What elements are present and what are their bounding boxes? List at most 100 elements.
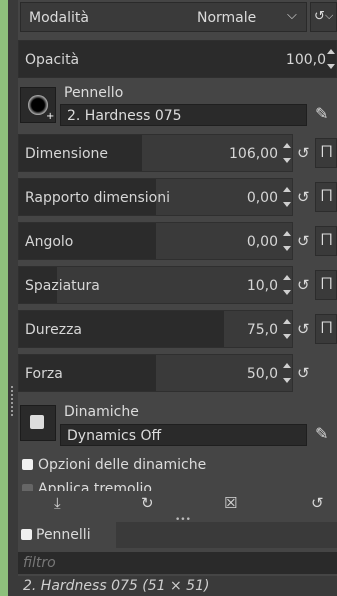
spin-arrows[interactable]	[282, 270, 292, 300]
spin-down-icon[interactable]	[283, 290, 291, 295]
mode-value[interactable]: Normale	[197, 10, 256, 26]
slider-2[interactable]: Angolo 0,00	[18, 222, 293, 260]
spin-arrows[interactable]	[282, 314, 292, 344]
reset-icon[interactable]: ↺	[297, 276, 310, 294]
spin-up-icon[interactable]	[283, 187, 291, 192]
dynamics-name-field[interactable]: Dynamics Off	[60, 424, 307, 446]
chain-glyph: ⨅	[321, 232, 333, 248]
spin-down-icon[interactable]	[283, 334, 291, 339]
edit-brush-icon[interactable]: ✎	[315, 104, 328, 123]
chain-glyph: ⨅	[321, 144, 333, 160]
chevron-down-icon[interactable]: ⌵	[287, 8, 297, 24]
chain-glyph: ⨅	[321, 276, 333, 292]
drag-handle-dots[interactable]	[11, 386, 16, 416]
opacity-label: Opacità	[25, 52, 80, 68]
spin-up-icon[interactable]	[283, 275, 291, 280]
spin-down-icon[interactable]	[283, 378, 291, 383]
spin-arrows[interactable]	[282, 138, 292, 168]
dynamics-options-expander[interactable]: Opzioni delle dinamiche	[22, 456, 312, 474]
slider-value: 50,0	[246, 366, 278, 382]
paint-options-panel: Modalità Normale ⌵ ↺ ⌵ Opacità 100,0 + P…	[18, 0, 337, 520]
reset-icon[interactable]: ↺	[311, 494, 324, 512]
link-icon[interactable]: ⨅	[315, 182, 337, 212]
spin-arrows[interactable]	[282, 226, 292, 256]
spin-up-icon[interactable]	[283, 319, 291, 324]
slider-label: Durezza	[25, 322, 82, 338]
reset-icon[interactable]: ↺	[297, 232, 310, 250]
link-icon[interactable]: ⨅	[315, 226, 337, 256]
slider-value: 106,00	[229, 146, 278, 162]
expander-icon[interactable]	[22, 459, 33, 470]
slider-3[interactable]: Spaziatura 10,0	[18, 266, 293, 304]
spin-down-icon[interactable]	[327, 64, 335, 69]
opacity-slider[interactable]: Opacità 100,0	[18, 40, 337, 78]
plus-icon: +	[46, 111, 55, 122]
brushes-tab-label: Pennelli	[36, 527, 91, 543]
tremolo-option[interactable]: Applica tremolio	[22, 478, 312, 491]
restore-preset-icon[interactable]: ↻	[141, 494, 154, 512]
tremolo-checkbox[interactable]	[22, 484, 33, 491]
dynamics-section-label: Dinamiche	[64, 404, 139, 420]
tab-brushes[interactable]: Pennelli	[18, 522, 116, 548]
brush-preview-icon	[28, 95, 48, 115]
brushes-filter-input[interactable]: filtro	[18, 552, 337, 574]
reset-icon[interactable]: ↺	[297, 144, 310, 162]
spin-arrows[interactable]	[282, 358, 292, 388]
slider-label: Forza	[25, 366, 63, 382]
reset-icon[interactable]: ↺	[297, 320, 310, 338]
reset-icon[interactable]: ↺	[297, 364, 310, 382]
link-icon[interactable]: ⨅	[315, 270, 337, 300]
chain-glyph: ⨅	[321, 320, 333, 336]
tool-options-toolbar: ⤓ ↻ ☒ ↺	[18, 491, 337, 517]
brush-section-label: Pennello	[64, 85, 124, 101]
slider-label: Rapporto dimensioni	[25, 190, 171, 206]
link-icon[interactable]: ⨅	[315, 314, 337, 344]
opacity-value: 100,0	[285, 52, 326, 68]
filter-placeholder: filtro	[23, 555, 56, 571]
chevron-down-icon: ⌵	[325, 9, 334, 22]
slider-value: 75,0	[246, 322, 278, 338]
mode-reset-button[interactable]: ↺ ⌵	[310, 2, 337, 32]
brush-name: 2. Hardness 075	[67, 108, 182, 124]
brushes-status: 2. Hardness 075 (51 × 51)	[23, 578, 210, 594]
brush-tab-icon	[21, 529, 32, 540]
edit-dynamics-icon[interactable]: ✎	[315, 424, 328, 443]
slider-value: 0,00	[246, 190, 278, 206]
save-preset-icon[interactable]: ⤓	[54, 494, 61, 512]
reset-icon: ↺	[314, 9, 325, 24]
spin-up-icon[interactable]	[327, 49, 335, 54]
spin-down-icon[interactable]	[283, 158, 291, 163]
slider-label: Spaziatura	[25, 278, 100, 294]
slider-4[interactable]: Durezza 75,0	[18, 310, 293, 348]
slider-label: Angolo	[25, 234, 74, 250]
slider-label: Dimensione	[25, 146, 109, 162]
reset-icon[interactable]: ↺	[297, 188, 310, 206]
dynamics-icon	[30, 415, 44, 429]
dynamics-options-label: Opzioni delle dinamiche	[38, 457, 207, 473]
mode-combo[interactable]: Modalità Normale ⌵	[20, 2, 307, 32]
dock-handle[interactable]	[8, 0, 18, 596]
spin-down-icon[interactable]	[283, 202, 291, 207]
link-icon[interactable]: ⨅	[315, 138, 337, 168]
spin-up-icon[interactable]	[283, 143, 291, 148]
slider-value: 10,0	[246, 278, 278, 294]
tremolo-label: Applica tremolio	[38, 481, 152, 491]
spin-up-icon[interactable]	[283, 231, 291, 236]
spin-down-icon[interactable]	[283, 246, 291, 251]
slider-0[interactable]: Dimensione 106,00	[18, 134, 293, 172]
spin-arrows[interactable]	[282, 182, 292, 212]
opacity-spin-arrows[interactable]	[326, 44, 336, 74]
brush-preview-button[interactable]: +	[20, 87, 56, 123]
brushes-tabstrip: Pennelli	[18, 522, 337, 548]
brushes-status-bar: 2. Hardness 075 (51 × 51)	[18, 576, 337, 596]
slider-5[interactable]: Forza 50,0	[18, 354, 293, 392]
chain-glyph: ⨅	[321, 188, 333, 204]
slider-1[interactable]: Rapporto dimensioni 0,00	[18, 178, 293, 216]
slider-value: 0,00	[246, 234, 278, 250]
brush-name-field[interactable]: 2. Hardness 075	[60, 104, 307, 126]
mode-label: Modalità	[29, 10, 89, 26]
dynamics-preview-button[interactable]	[20, 405, 56, 441]
delete-preset-icon[interactable]: ☒	[224, 494, 237, 512]
dynamics-name: Dynamics Off	[67, 428, 162, 444]
spin-up-icon[interactable]	[283, 363, 291, 368]
